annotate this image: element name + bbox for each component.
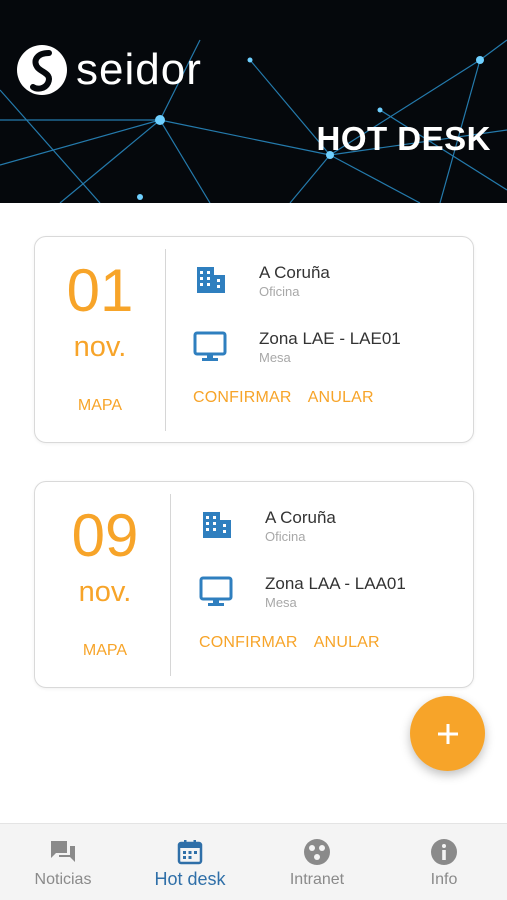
app-header: seidor HOT DESK xyxy=(0,0,507,203)
bottom-navigation: Noticias Hot desk Intranet Info xyxy=(0,823,507,900)
page-title: HOT DESK xyxy=(316,120,491,157)
cancel-button[interactable]: ANULAR xyxy=(314,634,380,652)
monitor-icon xyxy=(193,331,227,361)
desk-row: Zona LAE - LAE01 Mesa xyxy=(193,329,401,367)
desk-name: Zona LAA - LAA01 xyxy=(265,574,406,593)
nav-label: Noticias xyxy=(34,871,92,888)
card-divider xyxy=(170,494,171,676)
nav-item-intranet[interactable]: Intranet xyxy=(254,824,380,900)
nav-item-hot-desk[interactable]: Hot desk xyxy=(127,824,253,900)
info-icon xyxy=(431,839,457,865)
date-column: 09 nov. MAPA xyxy=(35,482,165,687)
location-type: Oficina xyxy=(259,284,300,299)
card-divider xyxy=(165,249,166,431)
nav-label: Info xyxy=(430,871,458,888)
seidor-logo-icon xyxy=(17,45,67,95)
location-row: A Coruña Oficina xyxy=(199,508,336,546)
card-actions: CONFIRMAR ANULAR xyxy=(199,634,396,652)
chat-icon xyxy=(51,841,75,862)
nav-item-info[interactable]: Info xyxy=(381,824,507,900)
nav-item-noticias[interactable]: Noticias xyxy=(0,824,126,900)
monitor-icon xyxy=(199,576,233,606)
reservation-card: 09 nov. MAPA A Coruña Oficina Zona LAA -… xyxy=(34,481,474,688)
reservation-card: 01 nov. MAPA A Coruña Oficina Zona LAE -… xyxy=(34,236,474,443)
add-reservation-button[interactable] xyxy=(410,696,485,771)
building-icon xyxy=(203,512,231,538)
brand-name: seidor xyxy=(76,45,202,94)
map-button[interactable]: MAPA xyxy=(35,397,165,415)
confirm-button[interactable]: CONFIRMAR xyxy=(199,634,298,652)
reservation-month: nov. xyxy=(73,331,127,363)
reservation-day: 01 xyxy=(66,257,134,324)
desk-row: Zona LAA - LAA01 Mesa xyxy=(199,574,406,612)
seidor-logo: seidor xyxy=(16,44,202,96)
location-row: A Coruña Oficina xyxy=(193,263,330,301)
location-name: A Coruña xyxy=(259,263,330,282)
desk-type: Mesa xyxy=(265,595,297,610)
cancel-button[interactable]: ANULAR xyxy=(308,389,374,407)
nav-label: Intranet xyxy=(289,871,345,888)
nav-label: Hot desk xyxy=(154,869,226,889)
plus-icon xyxy=(437,723,458,744)
map-button[interactable]: MAPA xyxy=(40,642,170,660)
card-actions: CONFIRMAR ANULAR xyxy=(193,389,390,407)
globe-icon xyxy=(304,839,330,865)
desk-type: Mesa xyxy=(259,350,291,365)
confirm-button[interactable]: CONFIRMAR xyxy=(193,389,292,407)
network-background xyxy=(0,39,507,203)
desk-name: Zona LAE - LAE01 xyxy=(259,329,401,348)
location-name: A Coruña xyxy=(265,508,336,527)
building-icon xyxy=(197,267,225,293)
reservation-month: nov. xyxy=(78,576,132,608)
date-column: 01 nov. MAPA xyxy=(35,237,165,442)
location-type: Oficina xyxy=(265,529,306,544)
calendar-icon xyxy=(177,840,203,865)
reservation-day: 09 xyxy=(71,502,139,569)
